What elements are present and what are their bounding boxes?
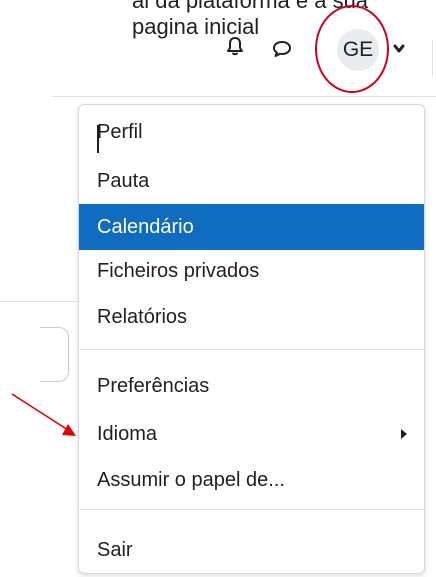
menu-item-label: Assumir o papel de...	[97, 468, 285, 491]
chat-icon[interactable]	[272, 40, 292, 58]
menu-item-label: Idioma	[97, 422, 158, 445]
menu-item-label: Pauta	[97, 169, 150, 192]
navbar-bottom-border	[52, 96, 436, 97]
menu-item-calendario[interactable]: Calendário	[79, 204, 424, 250]
menu-divider	[79, 509, 424, 510]
navbar-divider	[432, 40, 433, 76]
menu-item-preferencias[interactable]: Preferências	[79, 363, 424, 409]
menu-item-idioma[interactable]: Idioma	[79, 411, 424, 457]
chevron-down-icon[interactable]	[393, 44, 405, 54]
background-input-edge	[40, 327, 69, 382]
header-partial-text: al da plataforma e a sua pagina inicial	[132, 0, 369, 39]
menu-item-perfil[interactable]: Perfil	[79, 109, 424, 155]
menu-item-pauta[interactable]: Pauta	[79, 158, 424, 204]
menu-item-label: Relatórios	[97, 305, 188, 328]
bell-icon[interactable]	[226, 36, 244, 56]
red-arrow-annotation	[11, 393, 76, 436]
menu-item-assumir-papel[interactable]: Assumir o papel de...	[79, 457, 424, 503]
menu-item-ficheiros-privados[interactable]: Ficheiros privados	[79, 248, 424, 294]
menu-item-sair[interactable]: Sair	[79, 527, 424, 573]
menu-item-label: Ficheiros privados	[97, 259, 260, 282]
text-cursor	[97, 125, 99, 153]
menu-item-relatorios[interactable]: Relatórios	[79, 294, 424, 340]
background-divider	[0, 301, 78, 302]
menu-divider	[79, 349, 424, 350]
caret-right-icon	[401, 429, 407, 439]
menu-item-label: Calendário	[97, 215, 194, 238]
menu-item-label: Preferências	[97, 374, 210, 397]
highlight-circle-annotation	[315, 5, 389, 93]
menu-item-label: Perfil	[97, 120, 143, 143]
menu-item-label: Sair	[97, 538, 133, 561]
user-dropdown-menu: Perfil Pauta Calendário Ficheiros privad…	[78, 104, 425, 574]
